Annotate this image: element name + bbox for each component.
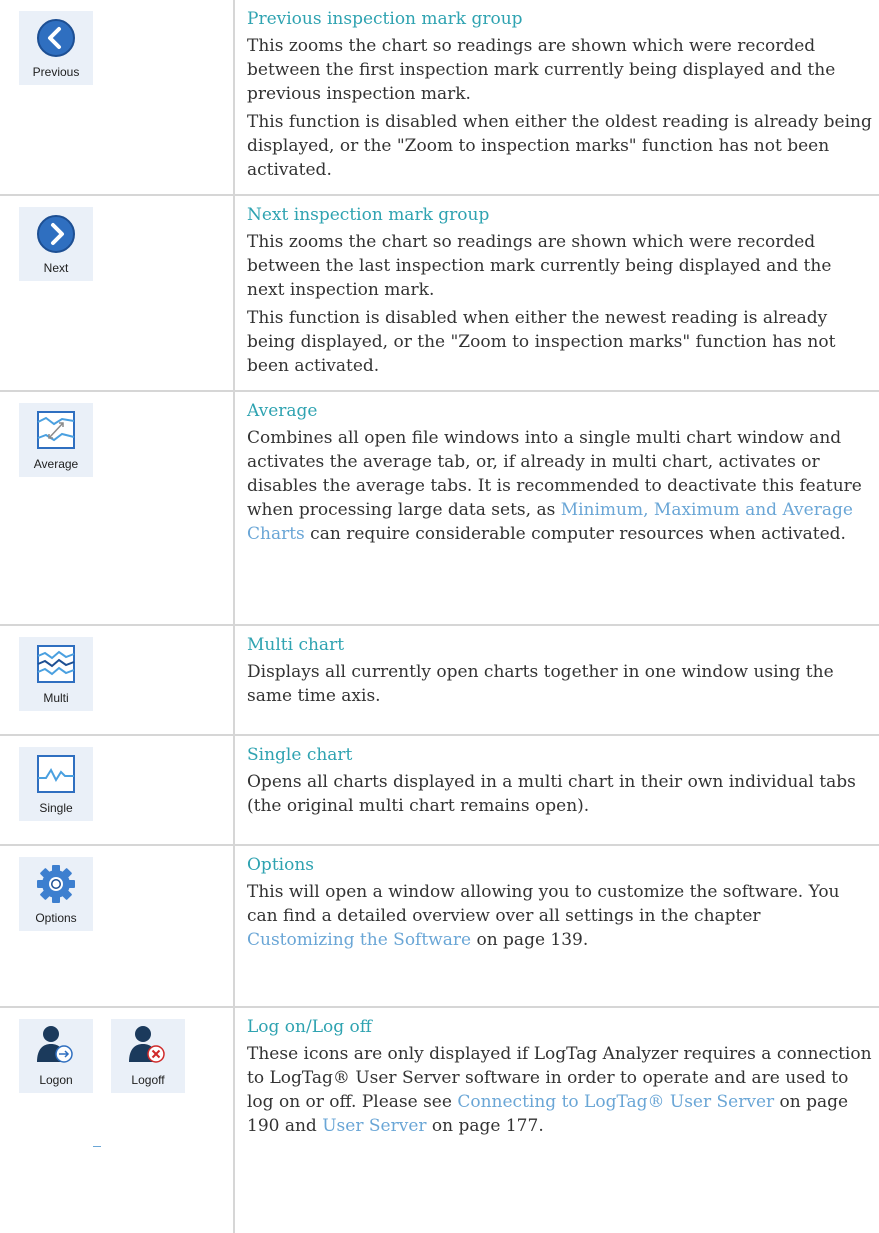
description-cell: Single chart Opens all charts displayed … bbox=[233, 734, 879, 846]
paragraph: This function is disabled when either th… bbox=[247, 112, 872, 180]
description-cell: Options This will open a window allowing… bbox=[233, 844, 879, 1008]
icon-label: Single bbox=[39, 801, 73, 815]
toolbar-reference-table: Previous Previous inspection mark group … bbox=[0, 0, 879, 1233]
icon-cell: Options bbox=[0, 844, 235, 1008]
section-title: Multi chart bbox=[247, 635, 345, 655]
section-title: Previous inspection mark group bbox=[247, 9, 523, 29]
link-underline-fragment bbox=[93, 1146, 101, 1147]
customizing-software-link[interactable]: Customizing the Software bbox=[247, 930, 471, 950]
section-title: Single chart bbox=[247, 745, 353, 765]
chevron-right-circle-icon bbox=[37, 215, 75, 253]
paragraph: Displays all currently open charts toget… bbox=[247, 662, 834, 706]
paragraph-text: This will open a window allowing you to … bbox=[247, 882, 840, 926]
section-title: Log on/Log off bbox=[247, 1017, 372, 1037]
gear-icon bbox=[37, 865, 75, 903]
paragraph: Opens all charts displayed in a multi ch… bbox=[247, 772, 856, 816]
table-row: Options Options This will open a window … bbox=[0, 844, 879, 1008]
description-cell: Next inspection mark group This zooms th… bbox=[233, 194, 879, 392]
section-title: Average bbox=[247, 401, 318, 421]
user-server-link[interactable]: User Server bbox=[322, 1116, 426, 1136]
icon-label: Multi bbox=[43, 691, 69, 705]
table-row: Next Next inspection mark group This zoo… bbox=[0, 194, 879, 392]
icon-label: Options bbox=[35, 911, 77, 925]
single-chart-button[interactable]: Single bbox=[19, 747, 93, 821]
options-button[interactable]: Options bbox=[19, 857, 93, 931]
logon-button[interactable]: Logon bbox=[19, 1019, 93, 1093]
section-title: Next inspection mark group bbox=[247, 205, 490, 225]
icon-cell: Multi bbox=[0, 624, 235, 736]
paragraph: This function is disabled when either th… bbox=[247, 308, 836, 376]
icon-label: Previous bbox=[32, 65, 80, 79]
description-cell: Average Combines all open file windows i… bbox=[233, 390, 879, 626]
icon-label: Next bbox=[43, 261, 69, 275]
icon-cell: Logon Logoff bbox=[0, 1006, 235, 1233]
paragraph: Combines all open file windows into a si… bbox=[247, 426, 873, 546]
icon-label: Logon bbox=[39, 1073, 73, 1087]
table-row: Multi Multi chart Displays all currently… bbox=[0, 624, 879, 736]
table-row: Average Average Combines all open file w… bbox=[0, 390, 879, 626]
table-row: Logon Logoff Log on/Log off These icons … bbox=[0, 1006, 879, 1233]
previous-button[interactable]: Previous bbox=[19, 11, 93, 85]
single-chart-icon bbox=[37, 755, 75, 793]
description-cell: Multi chart Displays all currently open … bbox=[233, 624, 879, 736]
user-logon-icon bbox=[37, 1026, 73, 1063]
chevron-left-circle-icon bbox=[37, 19, 75, 57]
paragraph-text: on page 177. bbox=[426, 1116, 544, 1136]
user-logoff-icon bbox=[129, 1026, 165, 1063]
paragraph-text: can require considerable computer resour… bbox=[304, 524, 846, 544]
paragraph: This zooms the chart so readings are sho… bbox=[247, 36, 836, 104]
average-chart-icon bbox=[37, 411, 75, 449]
icon-cell: Single bbox=[0, 734, 235, 846]
next-button[interactable]: Next bbox=[19, 207, 93, 281]
multi-chart-button[interactable]: Multi bbox=[19, 637, 93, 711]
description-cell: Previous inspection mark group This zoom… bbox=[233, 0, 879, 196]
icon-cell: Average bbox=[0, 390, 235, 626]
section-title: Options bbox=[247, 855, 314, 875]
description-cell: Log on/Log off These icons are only disp… bbox=[233, 1006, 879, 1233]
paragraph-text: on page 139. bbox=[471, 930, 589, 950]
paragraph: This will open a window allowing you to … bbox=[247, 880, 873, 952]
paragraph: This zooms the chart so readings are sho… bbox=[247, 232, 832, 300]
connecting-user-server-link[interactable]: Connecting to LogTag® User Server bbox=[457, 1092, 774, 1112]
paragraph: These icons are only displayed if LogTag… bbox=[247, 1042, 873, 1138]
icon-cell: Previous bbox=[0, 0, 235, 196]
table-row: Previous Previous inspection mark group … bbox=[0, 0, 879, 196]
logoff-button[interactable]: Logoff bbox=[111, 1019, 185, 1093]
icon-cell: Next bbox=[0, 194, 235, 392]
icon-label: Logoff bbox=[131, 1073, 165, 1087]
table-row: Single Single chart Opens all charts dis… bbox=[0, 734, 879, 846]
multi-chart-icon bbox=[37, 645, 75, 683]
average-button[interactable]: Average bbox=[19, 403, 93, 477]
icon-label: Average bbox=[33, 457, 79, 471]
